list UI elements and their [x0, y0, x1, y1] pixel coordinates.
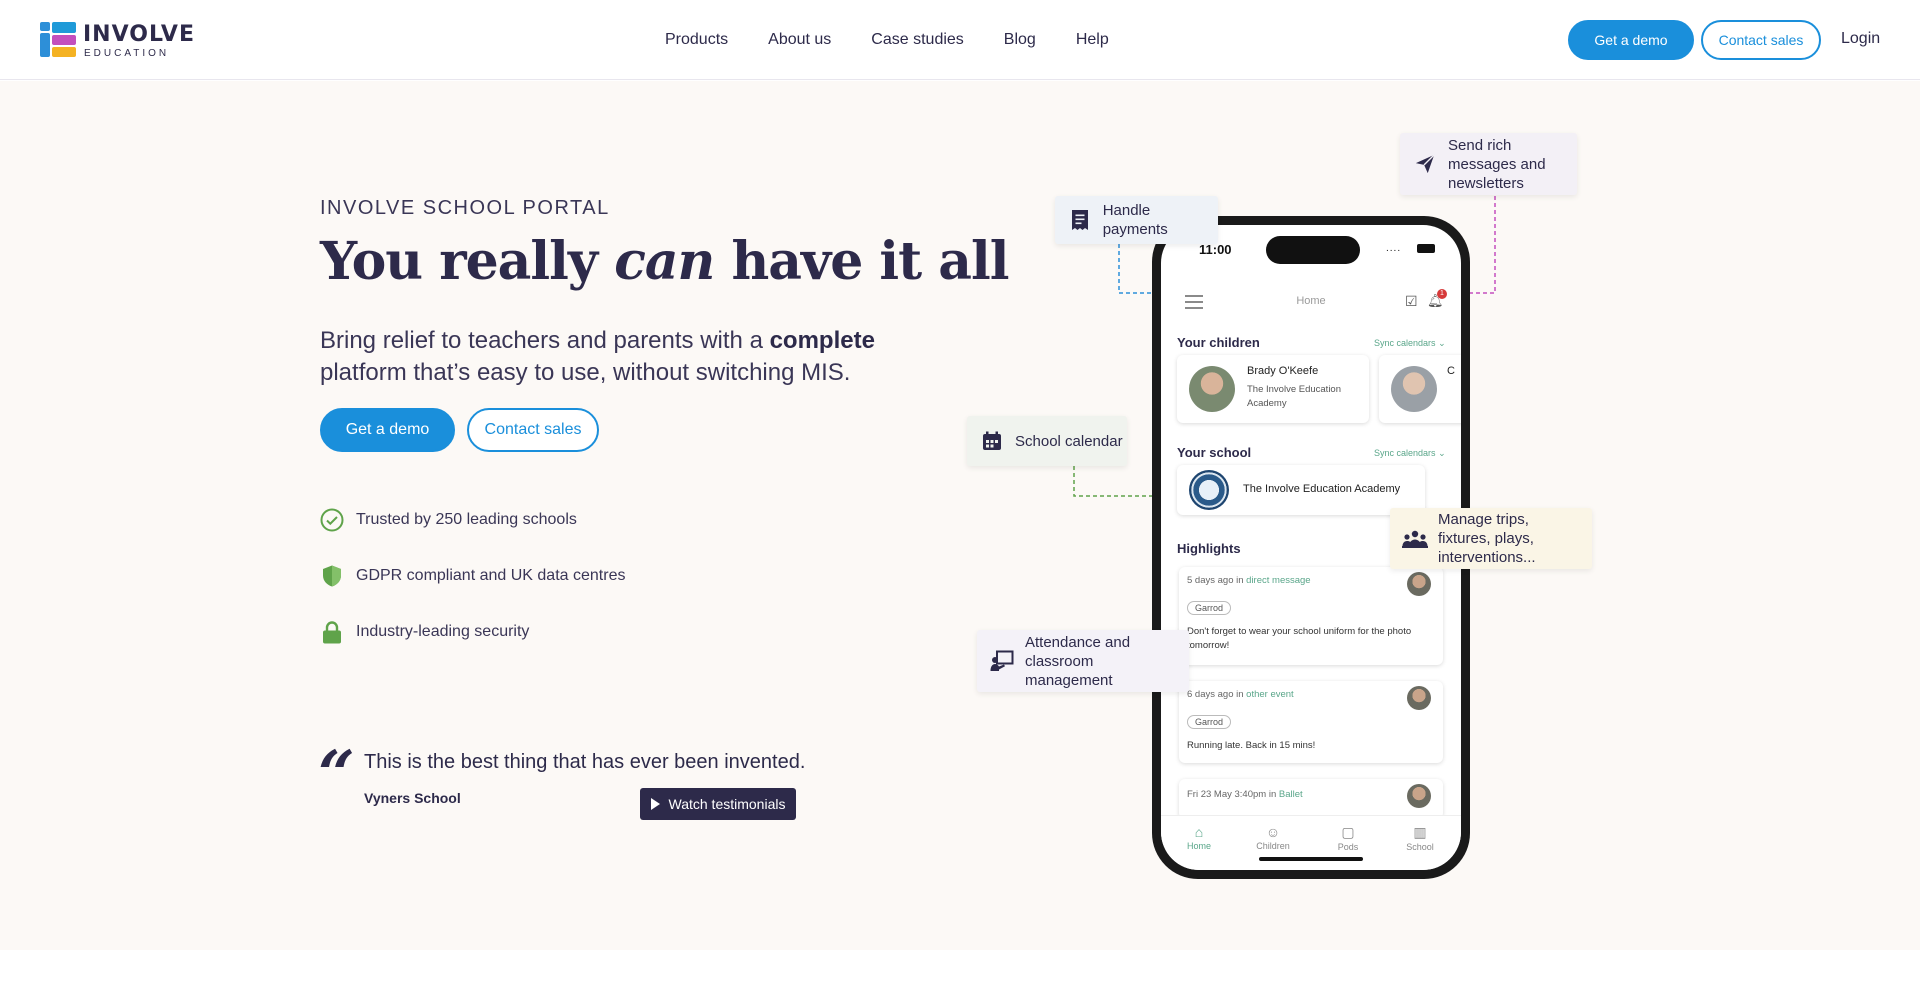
tab-school[interactable]: ▥ School [1390, 824, 1450, 852]
chat-bubble-icon: ▢ [1341, 824, 1355, 840]
tab-label: Pods [1337, 842, 1359, 852]
post-meta: 5 days ago in direct message [1187, 575, 1311, 586]
tab-label: School [1406, 842, 1434, 852]
callout-payments: Handle payments [1055, 196, 1218, 244]
tab-label: Home [1186, 841, 1211, 851]
nav-blog[interactable]: Blog [1004, 31, 1036, 49]
home-indicator [1259, 857, 1363, 861]
notification-badge: 1 [1437, 289, 1447, 299]
your-school-heading: Your school [1177, 445, 1252, 460]
nav-products[interactable]: Products [665, 31, 728, 49]
school-name: The Involve Education Academy [1243, 483, 1401, 495]
involve-education-logo[interactable]: INVOLVE EDUCATION [40, 22, 194, 59]
paper-plane-icon [1412, 151, 1438, 177]
callout-text: Manage trips, fixtures, plays, intervent… [1438, 511, 1536, 566]
nav-get-demo-button[interactable]: Get a demo [1568, 20, 1694, 60]
callout-calendar: School calendar [967, 416, 1127, 466]
post-avatar [1407, 784, 1431, 808]
home-icon: ⌂ [1194, 824, 1204, 840]
post-meta: Fri 23 May 3:40pm in Ballet [1187, 789, 1303, 800]
post-body: Don't forget to wear your school uniform… [1187, 626, 1412, 651]
sync-calendars-label: Sync calendars [1374, 448, 1436, 458]
post-body: Running late. Back in 15 mins! [1187, 740, 1316, 751]
battery-icon [1417, 244, 1435, 253]
sync-calendars-link[interactable]: Sync calendars ⌄ [1374, 338, 1446, 349]
post-tag: Garrod [1187, 715, 1232, 729]
child-card[interactable]: Brady O'Keefe The Involve Education Acad… [1177, 355, 1369, 423]
group-people-icon [1402, 526, 1428, 552]
callout-text: Handle payments [1102, 202, 1168, 238]
child-avatar [1391, 366, 1437, 412]
post-meta: 6 days ago in other event [1187, 689, 1294, 700]
post-avatar [1407, 686, 1431, 710]
signal-wifi-icon: .... [1386, 243, 1402, 254]
nav-case-studies[interactable]: Case studies [871, 31, 964, 49]
logo-subtitle: EDUCATION [84, 48, 170, 59]
sync-calendars-label: Sync calendars [1374, 338, 1436, 348]
highlight-post[interactable]: 5 days ago in direct message Garrod Don'… [1179, 567, 1443, 665]
child-name: Brady O'Keefe [1247, 365, 1319, 377]
receipt-icon [1067, 207, 1093, 233]
phone-tab-bar: ⌂ Home ☺ Children ▢ Pods ▥ School [1161, 815, 1461, 870]
post-time: Fri 23 May 3:40pm in [1187, 789, 1279, 800]
school-building-icon: ▥ [1413, 824, 1427, 840]
phone-time: 11:00 [1199, 242, 1232, 257]
nav-about-us[interactable]: About us [768, 31, 831, 49]
post-channel[interactable]: other event [1246, 689, 1294, 700]
callout-text: School calendar [1015, 432, 1123, 450]
nav-contact-sales-button[interactable]: Contact sales [1701, 20, 1821, 60]
teacher-board-icon [989, 648, 1015, 674]
logo-mark-icon [40, 22, 76, 58]
child-school: The Involve Education Academy [1247, 384, 1342, 409]
chevron-down-icon: ⌄ [1438, 448, 1446, 458]
nav-help[interactable]: Help [1076, 31, 1109, 49]
tab-pods[interactable]: ▢ Pods [1318, 824, 1378, 852]
calendar-icon [979, 428, 1005, 454]
nav-links: Products About us Case studies Blog Help [665, 0, 1149, 80]
school-card[interactable]: The Involve Education Academy [1177, 465, 1425, 515]
tab-label: Children [1256, 841, 1290, 851]
post-avatar [1407, 572, 1431, 596]
post-time: 5 days ago in [1187, 575, 1247, 586]
highlight-post[interactable]: 6 days ago in other event Garrod Running… [1179, 681, 1443, 763]
callout-messages: Send rich messages and newsletters [1400, 133, 1577, 195]
highlights-heading: Highlights [1177, 541, 1241, 556]
child-card[interactable]: C [1379, 355, 1461, 423]
top-nav: INVOLVE EDUCATION Products About us Case… [0, 0, 1920, 80]
callout-attendance: Attendance and classroom management [977, 630, 1189, 692]
tab-children[interactable]: ☺ Children [1243, 824, 1303, 851]
callout-trips: Manage trips, fixtures, plays, intervent… [1390, 508, 1592, 569]
callout-text: Send rich messages and newsletters [1448, 136, 1546, 192]
school-crest-icon [1189, 470, 1229, 510]
sync-calendars-link[interactable]: Sync calendars ⌄ [1374, 448, 1446, 459]
child-name-cut: C [1447, 365, 1455, 377]
tab-home[interactable]: ⌂ Home [1169, 824, 1229, 851]
post-channel[interactable]: direct message [1246, 575, 1310, 586]
child-avatar [1189, 366, 1235, 412]
connector-lines [1073, 196, 1496, 723]
post-channel[interactable]: Ballet [1279, 789, 1303, 800]
dynamic-island [1266, 236, 1360, 264]
checklist-icon[interactable]: ☑ [1405, 293, 1418, 310]
post-tag: Garrod [1187, 601, 1232, 615]
callout-text: Attendance and classroom management [1025, 633, 1131, 689]
chevron-down-icon: ⌄ [1438, 338, 1446, 348]
your-children-heading: Your children [1177, 335, 1260, 350]
logo-wordmark: INVOLVE [83, 22, 195, 47]
person-icon: ☺ [1265, 824, 1281, 840]
post-time: 6 days ago in [1187, 689, 1247, 700]
highlight-post[interactable]: Fri 23 May 3:40pm in Ballet [1179, 779, 1443, 819]
hero-section: INVOLVE SCHOOL PORTAL You really can hav… [0, 81, 1920, 950]
login-link[interactable]: Login [1841, 30, 1880, 48]
